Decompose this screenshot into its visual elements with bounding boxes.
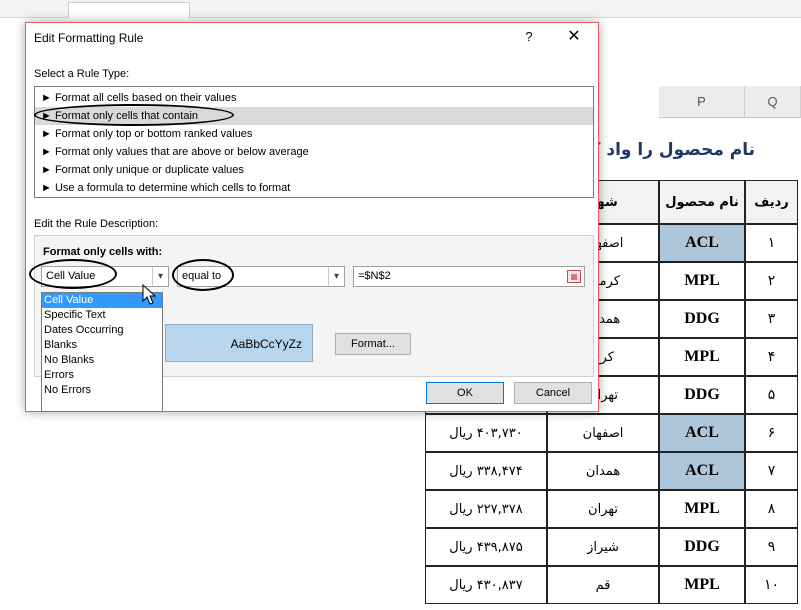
cell-product-name[interactable]: DDG bbox=[659, 376, 745, 414]
header-rank[interactable]: ردیف bbox=[745, 180, 798, 224]
format-only-cells-label: Format only cells with: bbox=[43, 246, 163, 258]
edit-formatting-rule-dialog: Edit Formatting Rule ? ✕ Select a Rule T… bbox=[25, 22, 599, 412]
cell-city[interactable]: همدان bbox=[547, 452, 659, 490]
cell-product-name[interactable]: MPL bbox=[659, 566, 745, 604]
cell-product-name[interactable]: MPL bbox=[659, 262, 745, 300]
cell-city[interactable]: اصفهان bbox=[547, 414, 659, 452]
cell-product-name[interactable]: MPL bbox=[659, 490, 745, 528]
rule-type-item[interactable]: ► Format only top or bottom ranked value… bbox=[35, 125, 593, 143]
rule-type-item[interactable]: ► Format only values that are above or b… bbox=[35, 143, 593, 161]
dropdown-option[interactable]: No Errors bbox=[42, 383, 162, 398]
select-rule-type-label: Select a Rule Type: bbox=[34, 68, 130, 80]
help-button[interactable]: ? bbox=[519, 26, 539, 46]
ok-button[interactable]: OK bbox=[426, 382, 504, 404]
cell-city[interactable]: قم bbox=[547, 566, 659, 604]
sheet-title: نام محصول را واد کنید bbox=[595, 140, 755, 160]
cell-sales[interactable]: ۴۳۹,۸۷۵ ریال bbox=[425, 528, 547, 566]
chevron-down-icon[interactable]: ▾ bbox=[328, 267, 344, 286]
dropdown-option[interactable]: Dates Occurring bbox=[42, 323, 162, 338]
operator-select[interactable]: equal to ▾ bbox=[177, 266, 345, 287]
rule-type-item[interactable]: ► Use a formula to determine which cells… bbox=[35, 179, 593, 197]
cell-sales[interactable]: ۴۰۳,۷۳۰ ریال bbox=[425, 414, 547, 452]
rule-type-item[interactable]: ► Format only cells that contain bbox=[35, 107, 593, 125]
rule-type-item[interactable]: ► Format only unique or duplicate values bbox=[35, 161, 593, 179]
value-input[interactable]: =$N$2 ▦ bbox=[353, 266, 585, 287]
rule-type-item[interactable]: ► Format all cells based on their values bbox=[35, 89, 593, 107]
cell-rank[interactable]: ۷ bbox=[745, 452, 798, 490]
cell-rank[interactable]: ۱۰ bbox=[745, 566, 798, 604]
dropdown-option[interactable]: Blanks bbox=[42, 338, 162, 353]
edit-description-label: Edit the Rule Description: bbox=[34, 218, 159, 230]
operator-value: equal to bbox=[182, 270, 222, 282]
cancel-button-label: Cancel bbox=[535, 387, 571, 399]
dropdown-option[interactable]: Errors bbox=[42, 368, 162, 383]
mouse-cursor-icon bbox=[142, 284, 157, 305]
cell-sales[interactable]: ۴۳۰,۸۳۷ ریال bbox=[425, 566, 547, 604]
dropdown-option[interactable]: No Blanks bbox=[42, 353, 162, 368]
cell-rank[interactable]: ۳ bbox=[745, 300, 798, 338]
column-header-q[interactable]: Q bbox=[745, 86, 801, 118]
cell-rank[interactable]: ۶ bbox=[745, 414, 798, 452]
cell-rank[interactable]: ۸ bbox=[745, 490, 798, 528]
dropdown-option[interactable]: Specific Text bbox=[42, 308, 162, 323]
cell-product-name[interactable]: DDG bbox=[659, 300, 745, 338]
cell-city[interactable]: شیراز bbox=[547, 528, 659, 566]
cell-product-name[interactable]: ACL bbox=[659, 224, 745, 262]
ok-button-label: OK bbox=[457, 387, 473, 399]
cell-rank[interactable]: ۲ bbox=[745, 262, 798, 300]
ribbon-tab[interactable] bbox=[68, 2, 190, 18]
format-preview: AaBbCcYyZz bbox=[165, 324, 313, 362]
cell-sales[interactable]: ۲۲۷,۳۷۸ ریال bbox=[425, 490, 547, 528]
cell-product-name[interactable]: DDG bbox=[659, 528, 745, 566]
cell-rank[interactable]: ۹ bbox=[745, 528, 798, 566]
range-selector-icon[interactable]: ▦ bbox=[567, 270, 581, 283]
cell-city[interactable]: تهران bbox=[547, 490, 659, 528]
value-text: =$N$2 bbox=[358, 270, 391, 282]
close-button[interactable]: ✕ bbox=[562, 26, 586, 46]
column-header-p[interactable]: P bbox=[659, 86, 745, 118]
cell-product-name[interactable]: ACL bbox=[659, 414, 745, 452]
dialog-title: Edit Formatting Rule bbox=[34, 31, 144, 45]
header-product-name[interactable]: نام محصول bbox=[659, 180, 745, 224]
format-button-label: Format... bbox=[350, 338, 395, 350]
cancel-button[interactable]: Cancel bbox=[514, 382, 592, 404]
format-button[interactable]: Format... bbox=[335, 333, 411, 355]
cell-rank[interactable]: ۵ bbox=[745, 376, 798, 414]
cell-product-name[interactable]: ACL bbox=[659, 452, 745, 490]
cell-rank[interactable]: ۴ bbox=[745, 338, 798, 376]
condition-type-value: Cell Value bbox=[46, 270, 96, 282]
condition-type-dropdown[interactable]: Cell Value Specific Text Dates Occurring Bl… bbox=[41, 292, 163, 412]
cell-sales[interactable]: ۳۳۸,۴۷۴ ریال bbox=[425, 452, 547, 490]
rule-type-list[interactable]: ► Format all cells based on their values… bbox=[34, 86, 594, 198]
cell-rank[interactable]: ۱ bbox=[745, 224, 798, 262]
cell-product-name[interactable]: MPL bbox=[659, 338, 745, 376]
